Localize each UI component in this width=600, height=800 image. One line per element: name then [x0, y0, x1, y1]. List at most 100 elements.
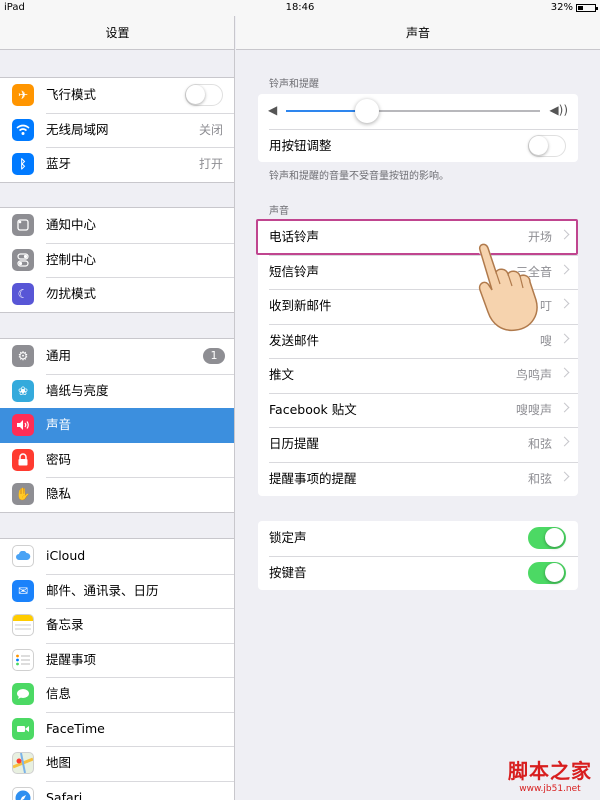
- keyboard-clicks-label: 按键音: [269, 564, 307, 580]
- moon-icon: ☾: [12, 283, 34, 305]
- volume-slider-thumb[interactable]: [355, 99, 380, 123]
- wallpaper-icon: ❀: [12, 379, 34, 402]
- watermark-title: 脚本之家: [508, 759, 592, 783]
- sidebar-item-label: 邮件、通讯录、日历: [46, 582, 159, 598]
- speaker-low-icon: ◀: [268, 103, 278, 117]
- speaker-high-icon: ◀)): [549, 103, 568, 117]
- sidebar-item-facetime[interactable]: FaceTime: [0, 711, 234, 747]
- sidebar-item-messages[interactable]: 信息: [0, 677, 234, 712]
- sidebar-item-safari[interactable]: Safari: [0, 780, 234, 800]
- sidebar-item-label: 勿扰模式: [46, 286, 97, 301]
- sidebar-group-connectivity: ✈ 飞行模式 无线局域网 关闭 ᛒ 蓝牙 打开: [0, 77, 234, 183]
- sound-label: 日历提醒: [269, 436, 320, 451]
- sidebar-item-label: 通知中心: [46, 217, 97, 232]
- lock-icon: [12, 448, 34, 471]
- volume-row: ◀ ◀)): [258, 94, 578, 129]
- sidebar-item-reminders[interactable]: 提醒事项: [0, 642, 234, 678]
- pointing-hand-icon: [477, 240, 538, 332]
- sidebar-item-label: FaceTime: [46, 720, 105, 736]
- sound-value: 嗖嗖声: [515, 402, 552, 417]
- sidebar-item-label: iCloud: [46, 548, 86, 563]
- sidebar-group-general: ⚙ 通用 1 ❀ 墙纸与亮度 声音 密码 ✋ 隐私: [0, 338, 234, 513]
- adjust-with-buttons-row: 用按钮调整: [258, 128, 578, 164]
- keyboard-clicks-row: 按键音: [258, 555, 578, 591]
- sidebar-item-label: 提醒事项: [46, 651, 97, 667]
- sidebar-item-maps[interactable]: 地图: [0, 746, 234, 781]
- watermark-url: www.jb51.net: [519, 784, 581, 794]
- sidebar-item-wallpaper-brightness[interactable]: ❀ 墙纸与亮度: [0, 373, 234, 409]
- maps-icon: [12, 752, 34, 774]
- site-watermark: 脚本之家 www.jb51.net: [508, 755, 592, 794]
- sidebar-item-general[interactable]: ⚙ 通用 1: [0, 339, 234, 374]
- notes-icon: [12, 614, 34, 636]
- sidebar-title: 设置: [0, 16, 234, 50]
- sidebar-item-label: 声音: [46, 417, 72, 432]
- sidebar-item-notification-center[interactable]: 通知中心: [0, 208, 234, 243]
- sidebar-group-apps: iCloud ✉ 邮件、通讯录、日历 备忘录 提醒事项 信息 FaceTime …: [0, 538, 234, 800]
- safari-icon: [12, 786, 34, 800]
- volume-slider[interactable]: [286, 99, 540, 123]
- wifi-icon: [12, 118, 34, 141]
- reminders-icon: [12, 648, 34, 671]
- lock-sounds-toggle[interactable]: [528, 527, 566, 549]
- sidebar-item-label: 地图: [46, 755, 72, 770]
- clock: 18:46: [285, 2, 315, 13]
- speaker-icon: [12, 414, 34, 436]
- sidebar-item-label: Safari: [46, 789, 83, 800]
- battery-icon: [576, 3, 598, 12]
- sidebar-item-privacy[interactable]: ✋ 隐私: [0, 477, 234, 512]
- adjust-with-buttons-toggle[interactable]: [528, 134, 566, 157]
- sidebar-item-label: 通用: [46, 348, 72, 363]
- keyboard-clicks-toggle[interactable]: [528, 561, 566, 584]
- ringer-note: 铃声和提醒的音量不受音量按钮的影响。: [269, 171, 449, 182]
- sidebar-item-label: 无线局域网: [46, 121, 109, 137]
- sidebar-item-label: 密码: [46, 451, 72, 467]
- sidebar-item-bluetooth[interactable]: ᛒ 蓝牙 打开: [0, 147, 234, 182]
- sidebar-item-notes[interactable]: 备忘录: [0, 608, 234, 643]
- bluetooth-icon: ᛒ: [12, 153, 34, 175]
- sidebar-item-passcode[interactable]: 密码: [0, 443, 234, 478]
- sidebar-item-control-center[interactable]: 控制中心: [0, 242, 234, 278]
- sound-row-facebook-post[interactable]: Facebook 贴文 嗖嗖声: [258, 392, 578, 428]
- mail-icon: ✉: [12, 579, 34, 602]
- sound-row-calendar-alerts[interactable]: 日历提醒 和弦: [258, 427, 578, 462]
- sidebar-group-system: 通知中心 控制中心 ☾ 勿扰模式: [0, 207, 234, 313]
- sidebar-item-label: 控制中心: [46, 251, 97, 267]
- section-title-sounds: 声音: [269, 206, 289, 217]
- control-center-icon: [12, 248, 34, 271]
- status-bar: iPad 18:46 32%: [0, 0, 600, 16]
- sidebar-item-do-not-disturb[interactable]: ☾ 勿扰模式: [0, 277, 234, 312]
- messages-icon: [12, 683, 34, 705]
- sound-label: 推文: [269, 367, 295, 382]
- sounds-panel: 声音 铃声和提醒 ◀ ◀)) 用按钮调整 铃声和提醒的音量不受音量按钮的影响。 …: [236, 0, 600, 800]
- settings-sidebar: 设置 ✈ 飞行模式 无线局域网 关闭 ᛒ 蓝牙 打开 通知中心 控制中心 ☾ 勿…: [0, 0, 235, 800]
- sound-label: 提醒事项的提醒: [269, 470, 357, 486]
- wifi-status: 关闭: [198, 122, 223, 137]
- section-title-ringer: 铃声和提醒: [269, 79, 319, 90]
- sidebar-item-label: 备忘录: [46, 617, 84, 632]
- sidebar-item-label: 信息: [46, 686, 72, 701]
- icloud-icon: [12, 545, 34, 567]
- sidebar-item-mail-contacts-calendars[interactable]: ✉ 邮件、通讯录、日历: [0, 573, 234, 609]
- lock-sounds-row: 锁定声: [258, 521, 578, 556]
- sidebar-item-wifi[interactable]: 无线局域网 关闭: [0, 112, 234, 148]
- sound-label: Facebook 贴文: [269, 401, 357, 417]
- sound-row-tweet[interactable]: 推文 鸟鸣声: [258, 358, 578, 393]
- sound-label: 收到新邮件: [269, 298, 332, 313]
- sound-row-reminder-alerts[interactable]: 提醒事项的提醒 和弦: [258, 461, 578, 497]
- sound-value: 鸟鸣声: [515, 368, 552, 382]
- sidebar-item-icloud[interactable]: iCloud: [0, 539, 234, 574]
- update-badge: 1: [203, 348, 225, 364]
- sound-value: 和弦: [527, 471, 552, 486]
- sidebar-item-airplane-mode[interactable]: ✈ 飞行模式: [0, 78, 234, 113]
- sound-label: 发送邮件: [269, 332, 320, 348]
- sidebar-item-label: 墙纸与亮度: [46, 382, 109, 398]
- page-title: 声音: [236, 16, 600, 50]
- sidebar-item-sounds[interactable]: 声音: [0, 408, 234, 443]
- bluetooth-status: 打开: [198, 157, 223, 171]
- airplane-icon: ✈: [12, 84, 34, 106]
- battery-percent: 32%: [550, 2, 573, 13]
- notification-center-icon: [12, 214, 34, 236]
- lock-sounds-label: 锁定声: [269, 530, 307, 545]
- facetime-icon: [12, 717, 34, 740]
